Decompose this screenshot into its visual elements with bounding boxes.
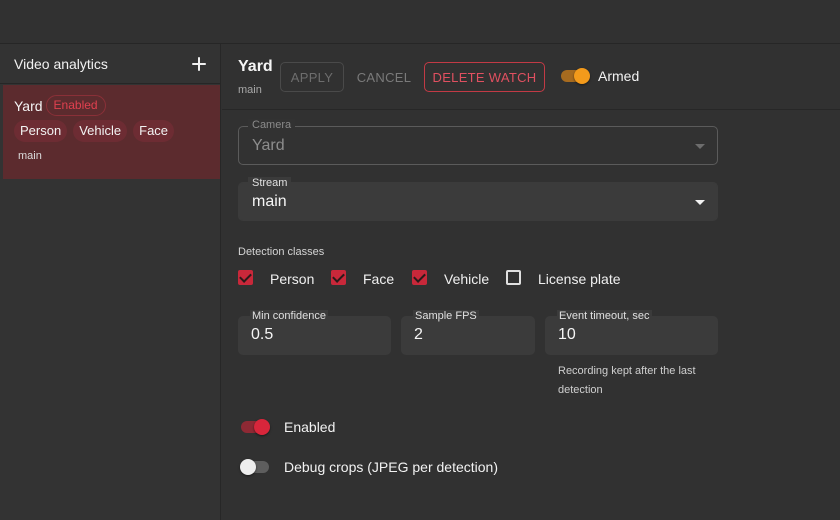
watch-list-item[interactable]: Yard Enabled Person Vehicle Face main	[3, 85, 220, 179]
armed-switch[interactable]	[560, 66, 590, 86]
debug-crops-label: Debug crops (JPEG per detection)	[284, 459, 498, 475]
checkbox-checked-icon	[238, 270, 253, 285]
add-watch-plus-icon[interactable]	[190, 55, 208, 73]
sample-fps-field[interactable]: Sample FPS 2	[401, 310, 535, 355]
editor-subtitle: main	[238, 84, 262, 96]
event-timeout-label: Event timeout, sec	[557, 310, 652, 323]
class-chip: Face	[133, 120, 175, 142]
dropdown-caret-icon	[695, 144, 705, 149]
sample-fps-value: 2	[414, 326, 423, 343]
class-label-person: Person	[270, 271, 315, 287]
event-timeout-helper: Recording kept after the last detection	[558, 365, 696, 396]
class-checkbox-vehicle[interactable]	[412, 270, 427, 285]
detection-classes-heading: Detection classes	[238, 246, 325, 258]
stream-value: main	[252, 193, 287, 210]
class-checkbox-license-plate[interactable]	[506, 270, 521, 285]
switch-thumb	[240, 459, 256, 475]
watch-editor: Yard main APPLY CANCEL DELETE WATCH Arme…	[222, 44, 840, 520]
debug-crops-toggle-row: Debug crops (JPEG per detection)	[240, 457, 498, 477]
min-confidence-value: 0.5	[251, 326, 274, 343]
class-chip: Person	[14, 120, 68, 142]
sample-fps-label: Sample FPS	[413, 310, 479, 323]
armed-toggle-row: Armed	[560, 66, 639, 86]
class-checkbox-face[interactable]	[331, 270, 346, 285]
camera-select[interactable]: Camera Yard	[238, 119, 718, 165]
enabled-switch[interactable]	[240, 417, 270, 437]
watch-name: Yard	[14, 97, 43, 114]
class-label-license-plate: License plate	[538, 271, 621, 287]
sidebar-title: Video analytics	[14, 55, 108, 72]
checkbox-checked-icon	[331, 270, 346, 285]
min-confidence-label: Min confidence	[250, 310, 328, 323]
checkbox-checked-icon	[412, 270, 427, 285]
camera-value: Yard	[252, 137, 285, 154]
armed-label: Armed	[598, 68, 640, 84]
stream-select[interactable]: Stream main	[238, 177, 718, 221]
min-confidence-field[interactable]: Min confidence 0.5	[238, 310, 391, 355]
class-checkbox-person[interactable]	[238, 270, 253, 285]
class-chips: Person Vehicle Face	[14, 120, 175, 142]
apply-button[interactable]: APPLY	[280, 62, 344, 92]
checkbox-unchecked-icon	[506, 270, 521, 285]
editor-header: Yard main APPLY CANCEL DELETE WATCH Arme…	[222, 44, 840, 110]
class-label-face: Face	[363, 271, 395, 287]
dropdown-caret-icon	[695, 200, 705, 205]
top-bar	[0, 0, 840, 44]
switch-thumb	[574, 68, 590, 84]
sidebar-header: Video analytics	[0, 44, 220, 84]
stream-label: Stream	[248, 177, 292, 190]
event-timeout-value: 10	[558, 326, 576, 343]
switch-thumb	[254, 419, 270, 435]
delete-watch-button[interactable]: DELETE WATCH	[424, 62, 545, 92]
cancel-button[interactable]: CANCEL	[350, 62, 418, 92]
camera-label: Camera	[248, 119, 296, 132]
editor-title: Yard	[238, 58, 273, 75]
enabled-toggle-row: Enabled	[240, 417, 335, 437]
class-chip: Vehicle	[73, 120, 128, 142]
enabled-label: Enabled	[284, 419, 336, 435]
sidebar: Video analytics Yard Enabled Person Vehi…	[0, 44, 221, 520]
event-timeout-field[interactable]: Event timeout, sec 10	[545, 310, 718, 355]
debug-crops-switch[interactable]	[240, 457, 270, 477]
status-badge: Enabled	[45, 95, 106, 116]
class-label-vehicle: Vehicle	[444, 271, 490, 287]
watch-stream: main	[18, 150, 42, 162]
